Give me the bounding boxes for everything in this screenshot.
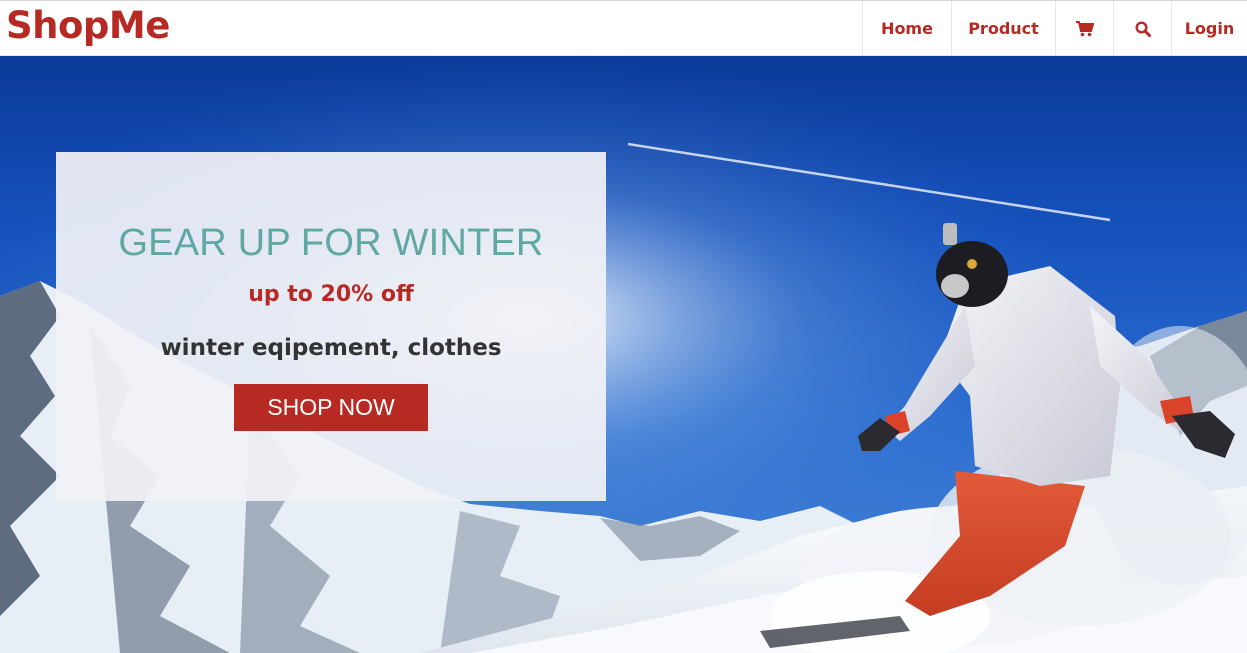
promo-subtitle: winter eqipement, clothes xyxy=(160,335,502,361)
shop-now-button[interactable]: SHOP NOW xyxy=(234,384,428,431)
nav-login-link[interactable]: Login xyxy=(1171,1,1247,56)
brand-logo[interactable]: ShopMe xyxy=(6,4,170,47)
search-icon xyxy=(1134,20,1151,37)
top-navbar: ShopMe Home Product Login xyxy=(0,0,1247,56)
promo-title: GEAR UP FOR WINTER xyxy=(118,222,544,264)
nav-product-link[interactable]: Product xyxy=(951,1,1055,56)
nav-search-button[interactable] xyxy=(1113,1,1171,56)
nav-home-link[interactable]: Home xyxy=(862,1,951,56)
hero-banner: GEAR UP FOR WINTER up to 20% off winter … xyxy=(0,56,1247,653)
promo-discount: up to 20% off xyxy=(248,282,414,307)
promo-card: GEAR UP FOR WINTER up to 20% off winter … xyxy=(56,152,606,501)
nav-menu: Home Product Login xyxy=(862,1,1247,56)
nav-cart-button[interactable] xyxy=(1055,1,1113,56)
shopping-cart-icon xyxy=(1075,20,1094,36)
